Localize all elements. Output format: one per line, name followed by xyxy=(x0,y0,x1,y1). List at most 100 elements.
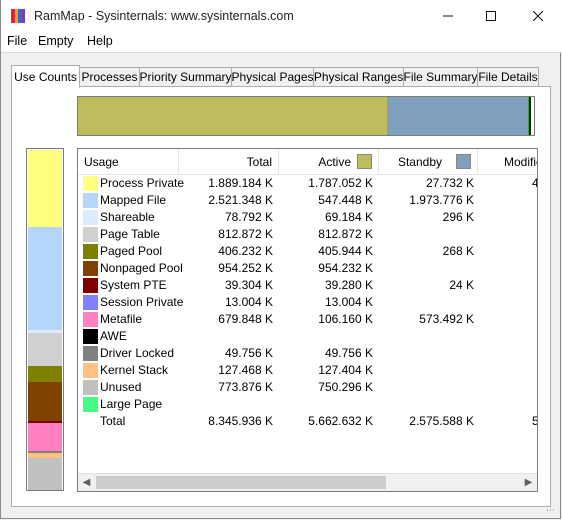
menu-file[interactable]: File xyxy=(7,34,27,48)
standby-cell: 1.973.776 K xyxy=(409,193,474,207)
header-standby[interactable]: Standby xyxy=(379,149,478,174)
table-row[interactable]: Metafile 679.848 K 106.160 K 573.492 K xyxy=(78,311,537,328)
resize-grip-icon[interactable]: ⋯ xyxy=(546,505,556,515)
window-title: RamMap - Sysinternals: www.sysinternals.… xyxy=(34,9,294,23)
usage-color-swatch xyxy=(83,312,98,327)
scrollbar-thumb[interactable] xyxy=(96,476,386,489)
maximize-button[interactable] xyxy=(468,0,514,32)
usage-color-swatch xyxy=(83,295,98,310)
usage-sidebar-bar xyxy=(26,148,64,491)
tab-file-summary[interactable]: File Summary xyxy=(403,67,478,86)
usage-color-swatch xyxy=(83,261,98,276)
scroll-right-arrow-icon[interactable]: ▶ xyxy=(520,474,537,491)
tab-priority-summary[interactable]: Priority Summary xyxy=(139,67,232,86)
maximize-icon xyxy=(486,11,496,21)
menu-bar: File Empty Help xyxy=(1,32,562,53)
table-row[interactable]: Large Page xyxy=(78,396,537,413)
table-row[interactable]: Kernel Stack 127.468 K 127.404 K xyxy=(78,362,537,379)
standby-cell: 2.575.588 K xyxy=(409,414,474,428)
usage-color-swatch xyxy=(83,176,98,191)
usage-color-swatch xyxy=(83,363,98,378)
sidebar-segment-nonpaged-pool xyxy=(28,382,62,421)
tab-use-counts[interactable]: Use Counts xyxy=(11,65,80,88)
active-cell: 405.944 K xyxy=(318,244,373,258)
table-row[interactable]: AWE xyxy=(78,328,537,345)
active-color-swatch xyxy=(357,154,372,169)
usage-cell: Page Table xyxy=(100,227,160,241)
active-cell: 5.662.632 K xyxy=(308,414,373,428)
active-cell: 812.872 K xyxy=(318,227,373,241)
total-cell: 78.792 K xyxy=(224,210,273,224)
total-cell: 2.521.348 K xyxy=(208,193,273,207)
active-cell: 49.756 K xyxy=(324,346,373,360)
standby-color-swatch xyxy=(456,154,471,169)
total-cell: 954.252 K xyxy=(218,261,273,275)
table-row[interactable]: Process Private 1.889.184 K 1.787.052 K 27.… xyxy=(78,175,537,192)
title-bar: RamMap - Sysinternals: www.sysinternals.… xyxy=(1,0,562,32)
total-cell: 39.304 K xyxy=(224,278,273,292)
rammap-app-icon xyxy=(11,9,25,23)
active-cell: 547.448 K xyxy=(318,193,373,207)
total-cell: 13.004 K xyxy=(224,295,273,309)
usage-cell: Kernel Stack xyxy=(100,363,169,377)
active-cell: 13.004 K xyxy=(324,295,373,309)
sidebar-segment-metafile xyxy=(28,423,62,451)
usage-cell: Unused xyxy=(100,380,142,394)
scroll-left-arrow-icon[interactable]: ◀ xyxy=(78,474,95,491)
table-row[interactable]: Paged Pool 406.232 K 405.944 K 268 K xyxy=(78,243,537,260)
sidebar-segment-mapped-file xyxy=(28,226,62,330)
standby-cell: 296 K xyxy=(442,210,474,224)
bar-segment-active xyxy=(78,97,388,135)
standby-cell: 24 K xyxy=(449,278,474,292)
bar-segment-other xyxy=(529,97,532,135)
usage-cell: Metafile xyxy=(100,312,143,326)
table-row[interactable]: Total 8.345.936 K 5.662.632 K 2.575.588 K 5 xyxy=(78,413,537,430)
usage-cell: System PTE xyxy=(100,278,167,292)
header-usage[interactable]: Usage xyxy=(78,149,179,174)
table-header: Usage Total Active Standby Modifie xyxy=(78,149,537,175)
close-icon xyxy=(533,11,543,21)
minimize-button[interactable] xyxy=(425,0,471,32)
app-window: RamMap - Sysinternals: www.sysinternals.… xyxy=(0,0,562,519)
tab-processes[interactable]: Processes xyxy=(79,67,140,86)
header-modified[interactable]: Modifie xyxy=(478,149,537,174)
total-cell: 8.345.936 K xyxy=(208,414,273,428)
modified-cell: 5 xyxy=(532,414,537,428)
horizontal-scrollbar[interactable]: ◀ ▶ xyxy=(78,473,537,491)
tab-physical-ranges[interactable]: Physical Ranges xyxy=(313,67,404,86)
usage-color-swatch xyxy=(83,329,98,344)
use-counts-table: Usage Total Active Standby Modifie Proce… xyxy=(77,148,538,492)
table-row[interactable]: Nonpaged Pool 954.252 K 954.232 K xyxy=(78,260,537,277)
standby-cell: 27.732 K xyxy=(425,176,474,190)
usage-color-swatch xyxy=(83,244,98,259)
total-cell: 812.872 K xyxy=(218,227,273,241)
table-row[interactable]: Session Private 13.004 K 13.004 K xyxy=(78,294,537,311)
tab-file-details[interactable]: File Details xyxy=(477,67,539,86)
minimize-icon xyxy=(443,15,453,17)
usage-color-swatch xyxy=(83,397,98,412)
table-row[interactable]: Shareable 78.792 K 69.184 K 296 K xyxy=(78,209,537,226)
table-row[interactable]: Driver Locked 49.756 K 49.756 K xyxy=(78,345,537,362)
usage-cell: Total xyxy=(100,414,126,428)
menu-help[interactable]: Help xyxy=(87,34,113,48)
sidebar-segment-page-table xyxy=(28,332,62,366)
tab-physical-pages[interactable]: Physical Pages xyxy=(231,67,314,86)
header-total[interactable]: Total xyxy=(179,149,279,174)
usage-cell: Paged Pool xyxy=(100,244,163,258)
memory-usage-bar xyxy=(77,96,535,136)
close-button[interactable] xyxy=(515,0,561,32)
active-cell: 127.404 K xyxy=(318,363,373,377)
total-cell: 679.848 K xyxy=(218,312,273,326)
header-active[interactable]: Active xyxy=(279,149,379,174)
usage-color-swatch xyxy=(83,278,98,293)
table-row[interactable]: System PTE 39.304 K 39.280 K 24 K xyxy=(78,277,537,294)
table-row[interactable]: Page Table 812.872 K 812.872 K xyxy=(78,226,537,243)
usage-cell: Shareable xyxy=(100,210,155,224)
menu-empty[interactable]: Empty xyxy=(38,34,73,48)
standby-cell: 573.492 K xyxy=(419,312,474,326)
usage-cell: Process Private xyxy=(100,176,185,190)
usage-cell: Driver Locked xyxy=(100,346,175,360)
total-cell: 773.876 K xyxy=(218,380,273,394)
table-row[interactable]: Mapped File 2.521.348 K 547.448 K 1.973.776… xyxy=(78,192,537,209)
table-row[interactable]: Unused 773.876 K 750.296 K xyxy=(78,379,537,396)
